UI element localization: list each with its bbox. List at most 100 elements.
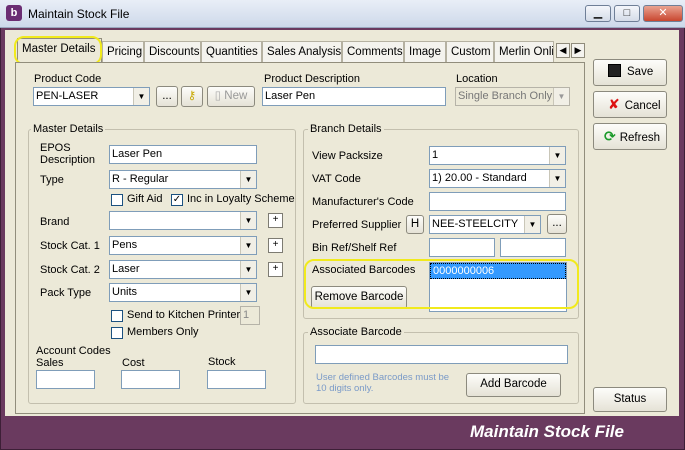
tab-discounts[interactable]: Discounts xyxy=(144,41,201,62)
brand-label: Brand xyxy=(40,216,70,228)
tab-label: Comments xyxy=(347,46,403,58)
tab-label: Discounts xyxy=(149,46,200,58)
tab-label: Custom xyxy=(451,46,491,58)
stock-cat2-label: Stock Cat. 2 xyxy=(40,264,100,276)
members-only-checkbox[interactable] xyxy=(111,327,123,339)
chevron-down-icon: ▼ xyxy=(240,171,256,188)
stock-cat1-combo[interactable]: Pens ▼ xyxy=(109,236,257,255)
supplier-history-button[interactable]: H xyxy=(406,215,424,234)
tab-image[interactable]: Image xyxy=(404,41,446,62)
cost-label: Cost xyxy=(122,357,145,369)
stock-label: Stock xyxy=(208,356,236,368)
stock-cat2-value: Laser xyxy=(112,263,140,275)
type-combo[interactable]: R - Regular ▼ xyxy=(109,170,257,189)
kitchen-printer-label: Send to Kitchen Printer xyxy=(127,309,241,321)
status-button[interactable]: Status xyxy=(593,387,667,412)
refresh-button[interactable]: ⟳ Refresh xyxy=(593,123,667,150)
add-stock-cat2-icon[interactable]: + xyxy=(268,262,283,277)
chevron-down-icon: ▼ xyxy=(240,212,256,229)
pack-type-value: Units xyxy=(112,286,138,298)
loyalty-checkbox[interactable]: ✓ xyxy=(171,194,183,206)
stock-cat1-label: Stock Cat. 1 xyxy=(40,240,100,252)
tab-scroll-right-icon[interactable]: ▶ xyxy=(571,43,585,58)
sales-account-field[interactable] xyxy=(36,370,95,389)
tab-merlin-online[interactable]: Merlin Onlin xyxy=(494,41,554,62)
refresh-icon: ⟳ xyxy=(604,128,616,144)
chevron-down-icon: ▼ xyxy=(524,216,540,233)
associate-barcode-field[interactable] xyxy=(315,345,568,364)
location-value: Single Branch Only xyxy=(458,90,553,102)
key-icon[interactable]: ⚷ xyxy=(181,86,203,107)
new-label: New xyxy=(224,90,248,102)
stock-account-field[interactable] xyxy=(207,370,266,389)
save-icon xyxy=(608,64,621,77)
tab-scroll-left-icon[interactable]: ◀ xyxy=(556,43,570,58)
save-button[interactable]: Save xyxy=(593,59,667,86)
kitchen-printer-checkbox[interactable] xyxy=(111,310,123,322)
add-barcode-button[interactable]: Add Barcode xyxy=(466,373,561,397)
barcode-hint: User defined Barcodes must be 10 digits … xyxy=(316,372,450,394)
cost-account-field[interactable] xyxy=(121,370,180,389)
product-code-value: PEN-LASER xyxy=(36,90,99,102)
tab-label: Quantities xyxy=(206,46,258,58)
members-only-label: Members Only xyxy=(127,326,199,338)
branch-details-group-label: Branch Details xyxy=(308,123,384,135)
epos-description-field[interactable]: Laser Pen xyxy=(109,145,257,164)
window-title: Maintain Stock File xyxy=(28,7,130,21)
add-stock-cat1-icon[interactable]: + xyxy=(268,238,283,253)
tab-quantities[interactable]: Quantities xyxy=(201,41,262,62)
gift-aid-label: Gift Aid xyxy=(127,193,163,205)
location-combo[interactable]: Single Branch Only ▼ xyxy=(455,87,570,106)
preferred-supplier-value: NEE-STEELCITY xyxy=(432,218,519,230)
brand-combo[interactable]: ▼ xyxy=(109,211,257,230)
tab-label: Pricing xyxy=(107,46,143,58)
type-value: R - Regular xyxy=(112,173,169,185)
account-codes-label: Account Codes xyxy=(36,345,111,357)
sales-label: Sales xyxy=(36,357,64,369)
cancel-button[interactable]: ✘ Cancel xyxy=(593,91,667,118)
chevron-down-icon: ▼ xyxy=(553,88,569,105)
tab-label: Sales Analysis xyxy=(267,46,342,58)
view-packsize-combo[interactable]: 1 ▼ xyxy=(429,146,566,165)
associate-barcode-group-label: Associate Barcode xyxy=(308,326,404,338)
refresh-label: Refresh xyxy=(619,132,661,144)
highlight-tab xyxy=(14,36,102,65)
tab-custom[interactable]: Custom xyxy=(446,41,494,62)
new-page-icon: ▯ xyxy=(214,90,222,102)
preferred-supplier-combo[interactable]: NEE-STEELCITY ▼ xyxy=(429,215,541,234)
chevron-down-icon: ▼ xyxy=(549,147,565,164)
tab-label: Merlin Onlin xyxy=(499,46,554,58)
supplier-lookup-button[interactable]: ... xyxy=(547,214,567,234)
chevron-down-icon: ▼ xyxy=(549,170,565,187)
close-icon[interactable]: ✕ xyxy=(643,5,683,22)
stock-cat2-combo[interactable]: Laser ▼ xyxy=(109,260,257,279)
product-description-field[interactable]: Laser Pen xyxy=(262,87,446,106)
product-code-combo[interactable]: PEN-LASER ▼ xyxy=(33,87,150,106)
vat-code-combo[interactable]: 1) 20.00 - Standard ▼ xyxy=(429,169,566,188)
type-label: Type xyxy=(40,174,64,186)
bin-ref-label: Bin Ref/Shelf Ref xyxy=(312,242,397,254)
pack-type-combo[interactable]: Units ▼ xyxy=(109,283,257,302)
gift-aid-checkbox[interactable] xyxy=(111,194,123,206)
manufacturer-code-field[interactable] xyxy=(429,192,566,211)
new-button[interactable]: ▯ New xyxy=(207,86,255,107)
cancel-label: Cancel xyxy=(624,100,661,112)
tab-pricing[interactable]: Pricing xyxy=(102,41,144,62)
maximize-icon[interactable]: □ xyxy=(614,5,640,22)
tab-comments[interactable]: Comments xyxy=(342,41,404,62)
product-lookup-button[interactable]: ... xyxy=(156,86,178,107)
view-packsize-value: 1 xyxy=(432,149,439,161)
product-code-label: Product Code xyxy=(34,73,102,85)
tab-label: Image xyxy=(409,46,441,58)
chevron-down-icon: ▼ xyxy=(133,88,149,105)
tab-sales-analysis[interactable]: Sales Analysis xyxy=(262,41,342,62)
footer-title: Maintain Stock File xyxy=(470,422,624,441)
loyalty-label: Inc in Loyalty Scheme xyxy=(187,193,295,205)
add-brand-icon[interactable]: + xyxy=(268,213,283,228)
bin-ref-field[interactable] xyxy=(429,238,495,257)
minimize-icon[interactable]: ▁ xyxy=(585,5,611,22)
manufacturer-code-label: Manufacturer's Code xyxy=(312,196,414,208)
shelf-ref-field[interactable] xyxy=(500,238,566,257)
kitchen-printer-field[interactable]: 1 xyxy=(240,306,260,325)
highlight-barcodes xyxy=(304,259,579,309)
